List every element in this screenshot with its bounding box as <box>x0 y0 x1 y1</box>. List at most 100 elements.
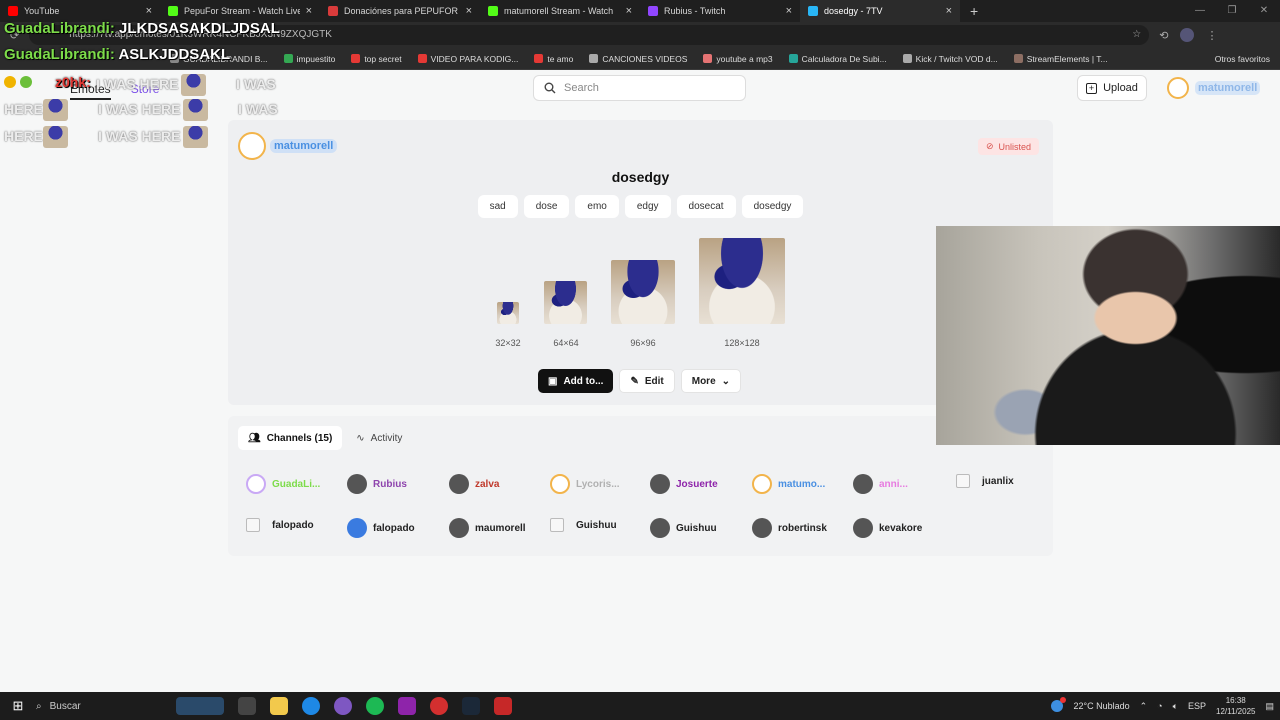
browser-tab[interactable]: YouTube × <box>0 0 160 22</box>
tab-close-icon[interactable]: × <box>466 5 472 17</box>
bookmark-item[interactable]: te amo <box>534 54 573 64</box>
channel-avatar <box>347 474 367 494</box>
bookmark-item[interactable]: Calculadora De Subi... <box>788 53 887 64</box>
minimize-button[interactable]: — <box>1184 0 1216 22</box>
other-bookmarks[interactable]: Otros favoritos <box>1215 48 1270 70</box>
tab-close-icon[interactable]: × <box>306 5 312 17</box>
app-icon[interactable] <box>334 697 352 715</box>
bookmark-label: VIDEO PARA KODIG... <box>430 53 519 64</box>
browser-tab[interactable]: Donaciónes para PEPUFOR | Cene × <box>320 0 480 22</box>
emote-owner[interactable]: matumorell <box>238 132 338 160</box>
edge-icon[interactable] <box>302 697 320 715</box>
edit-label: Edit <box>644 375 664 387</box>
channel-name: maumorell <box>475 522 526 534</box>
bookmark-star-icon[interactable]: ☆ <box>1132 25 1141 45</box>
bookmark-item[interactable]: youtube a mp3 <box>703 54 773 64</box>
channel-item[interactable]: falopado <box>347 518 415 538</box>
channel-name: juanlix <box>982 475 1014 487</box>
volume-icon[interactable]: 🔈︎ <box>1173 701 1178 712</box>
spotify-icon[interactable] <box>366 697 384 715</box>
browser-tab[interactable]: matumorell Stream - Watch × <box>480 0 640 22</box>
chat-line-2: GuadaLibrandi: ASLKJDDSAKL <box>4 46 230 63</box>
new-tab-button[interactable]: + <box>960 3 988 19</box>
channel-name: falopado <box>272 519 314 531</box>
bookmark-item[interactable]: VIDEO PARA KODIG... <box>417 53 519 64</box>
user-menu[interactable]: matumorell <box>1167 77 1261 99</box>
bookmark-item[interactable]: top secret <box>351 54 402 64</box>
emote-preview-96 <box>611 260 675 324</box>
emote-tag[interactable]: sad <box>477 195 518 218</box>
channel-avatar <box>956 474 970 488</box>
extensions-icon[interactable]: ⟲ <box>1159 29 1168 42</box>
tab-close-icon[interactable]: × <box>146 5 152 17</box>
channel-item[interactable]: Guishuu <box>650 518 717 538</box>
channel-avatar <box>550 518 564 532</box>
weather-icon <box>1051 697 1067 712</box>
upload-button[interactable]: + Upload <box>1077 75 1147 101</box>
channel-avatar <box>449 474 469 494</box>
channel-item[interactable]: Rubius <box>347 474 407 494</box>
app-icon[interactable] <box>494 697 512 715</box>
emote-tag[interactable]: edgy <box>624 195 671 218</box>
channel-item[interactable]: Lycoris... <box>550 474 620 494</box>
maximize-button[interactable]: ❐ <box>1216 0 1248 22</box>
bookmark-item[interactable]: CANCIONES VIDEOS <box>589 54 687 64</box>
edit-button[interactable]: ✎ Edit <box>619 369 675 393</box>
add-to-button[interactable]: ▣ Add to... <box>538 369 614 393</box>
more-button[interactable]: More ⌄ <box>680 369 742 393</box>
emote-tag[interactable]: emo <box>575 195 619 218</box>
bookmark-item[interactable]: Kick / Twitch VOD d... <box>902 53 998 64</box>
channel-item[interactable]: robertinsk <box>752 518 827 538</box>
steam-icon[interactable] <box>462 697 480 715</box>
weather-text[interactable]: 22°C Nublado <box>1073 701 1129 711</box>
tab-close-icon[interactable]: × <box>786 5 792 17</box>
emote-actions: ▣ Add to... ✎ Edit More ⌄ <box>538 369 742 393</box>
channel-item[interactable]: falopado <box>246 518 314 532</box>
clock[interactable]: 16:38 12/11/2025 <box>1216 695 1255 717</box>
file-explorer-icon[interactable] <box>270 697 288 715</box>
browser-tab[interactable]: PepuFor Stream - Watch Live × <box>160 0 320 22</box>
chrome-icon[interactable] <box>430 697 448 715</box>
tab-channels[interactable]: 👥︎ Channels (15) <box>238 426 343 450</box>
size-label-64: 64×64 <box>553 338 579 348</box>
tab-activity[interactable]: ∿ Activity <box>346 426 412 450</box>
browser-tab[interactable]: Rubius - Twitch × <box>640 0 800 22</box>
notifications-icon[interactable]: ▤ <box>1265 701 1274 712</box>
channel-item[interactable]: kevakore <box>853 518 922 538</box>
profile-avatar[interactable] <box>1180 28 1195 42</box>
channel-item[interactable]: Josuerte <box>650 474 718 494</box>
tab-title: YouTube <box>24 6 60 16</box>
bookmark-item[interactable]: StreamElements | T... <box>1013 54 1108 64</box>
close-window-button[interactable]: ✕ <box>1248 0 1280 22</box>
wifi-icon[interactable]: ◔ <box>1157 701 1162 711</box>
tab-close-icon[interactable]: × <box>626 5 632 17</box>
taskbar-search[interactable]: ⌕ Buscar <box>36 701 166 712</box>
channel-item[interactable]: Guishuu <box>550 518 617 532</box>
bookmark-label: Calculadora De Subi... <box>801 53 887 64</box>
emote-tag[interactable]: dosedgy <box>741 195 804 218</box>
bookmark-label: Kick / Twitch VOD d... <box>915 53 998 64</box>
emote-tag[interactable]: dose <box>523 195 570 218</box>
channel-item[interactable]: matumo... <box>752 474 825 494</box>
taskbar-search-label: Buscar <box>49 700 81 712</box>
browser-tab[interactable]: dosedgy - 7TV × <box>800 0 960 22</box>
search-input[interactable]: Search <box>533 75 746 101</box>
tray-chevron-icon[interactable]: ⌃ <box>1140 701 1148 712</box>
emote-tag[interactable]: dosecat <box>676 195 736 218</box>
channel-item[interactable]: anni... <box>853 474 908 494</box>
widget-thumbnail[interactable] <box>176 697 224 715</box>
bookmark-item[interactable]: impuestito <box>283 54 335 64</box>
channel-item[interactable]: GuadaLi... <box>246 474 320 494</box>
channel-item[interactable]: zalva <box>449 474 499 494</box>
channel-item[interactable]: juanlix <box>956 474 1014 488</box>
bookmark-label: te amo <box>547 53 574 64</box>
owner-name: matumorell <box>270 139 338 153</box>
windows-start-icon[interactable]: ⊞ <box>0 698 36 714</box>
menu-dots-icon[interactable]: ⋮ <box>1206 29 1217 42</box>
taskbar-apps <box>176 697 512 715</box>
canva-icon[interactable] <box>398 697 416 715</box>
task-view-icon[interactable] <box>238 697 256 715</box>
language-indicator[interactable]: ESP <box>1188 701 1206 711</box>
channel-item[interactable]: maumorell <box>449 518 526 538</box>
tab-close-icon[interactable]: × <box>946 5 952 17</box>
